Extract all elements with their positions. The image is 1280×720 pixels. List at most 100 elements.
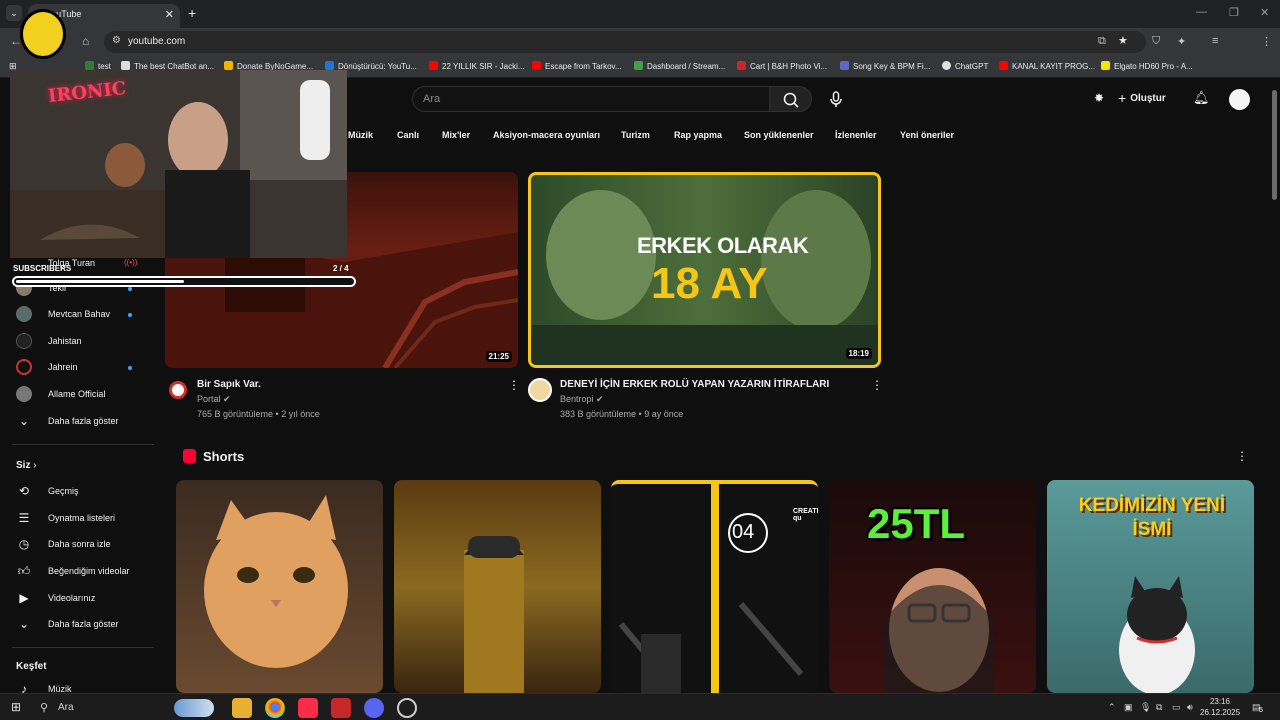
video-thumbnail[interactable]: ERKEK OLARAK 18 AY 18:19 <box>528 172 881 368</box>
search-box[interactable] <box>412 86 770 112</box>
notification-count: 5 <box>1259 707 1263 714</box>
obs-icon[interactable] <box>397 698 417 718</box>
sidebar-subscription-allame[interactable]: Allame Official <box>14 385 154 405</box>
subscribers-label: SUBSCRIBERS <box>13 264 72 273</box>
streamer-mascot-logo <box>20 9 66 59</box>
taskbar-clock[interactable]: 23:16 26.12.2025 <box>1200 696 1240 718</box>
browser-menu-icon[interactable]: ⋮ <box>1261 35 1272 48</box>
bookmark-item[interactable]: Elgato HD60 Pro - A... <box>1101 61 1193 71</box>
video-title[interactable]: DENEYİ İÇİN ERKEK ROLÜ YAPAN YAZARIN İTİ… <box>560 379 829 390</box>
short-card-kitten[interactable]: KEDİMİZİN YENİ İSMİ <box>1047 480 1254 693</box>
subscribers-count: 2 / 4 <box>333 264 349 273</box>
sidebar-item-label: Geçmiş <box>48 486 79 496</box>
windows-start-icon[interactable]: ⊞ <box>11 700 21 714</box>
sidebar-item-liked-videos[interactable]: 👍︎ Beğendiğim videolar <box>14 562 154 582</box>
chip-turizm[interactable]: Turizm <box>621 130 650 140</box>
sidebar-item-your-videos[interactable]: ▶ Videolarınız <box>14 589 154 609</box>
bookmark-item[interactable]: Cart | B&H Photo Vi... <box>737 61 827 71</box>
gemini-sparkle-icon[interactable]: ✸ <box>1094 91 1104 105</box>
sidebar-subscription-jahrein[interactable]: Jahrein <box>14 358 154 378</box>
sidebar-item-watch-later[interactable]: ◷ Daha sonra izle <box>14 535 154 555</box>
extensions-icon[interactable]: ✦ <box>1177 35 1186 48</box>
install-app-icon[interactable]: ⧉ <box>1098 35 1106 48</box>
search-input[interactable] <box>423 91 753 107</box>
playlists-icon: ☰ <box>18 511 30 525</box>
sidebar-subscription-mevtcan-bahav[interactable]: Mevtcan Bahav <box>14 305 154 325</box>
bookmark-item[interactable]: KANAL KAYIT PROG... <box>999 61 1095 71</box>
bookmark-favicon <box>85 61 94 70</box>
chip-yeni-oneriler[interactable]: Yeni öneriler <box>900 130 954 140</box>
video-channel[interactable]: Bentropi ✔ <box>560 394 604 405</box>
page-scrollbar-thumb[interactable] <box>1272 90 1277 200</box>
sidebar-item-playlists[interactable]: ☰ Oynatma listeleri <box>14 509 154 529</box>
short-card-25tl[interactable]: 25TL <box>829 480 1036 693</box>
search-button[interactable] <box>769 86 812 112</box>
account-avatar[interactable] <box>1229 89 1250 110</box>
short-card-bullet[interactable] <box>394 480 601 693</box>
file-explorer-icon[interactable] <box>232 698 252 718</box>
chip-izlenenler[interactable]: İzlenenler <box>835 130 877 140</box>
video-title[interactable]: Bir Sapık Var. <box>197 379 261 390</box>
tab-search-icon[interactable]: ⌄ <box>6 5 22 21</box>
subscription-name: Allame Official <box>48 389 106 399</box>
shorts-menu-icon[interactable]: ⋮ <box>1236 449 1248 463</box>
chip-canli[interactable]: Canlı <box>397 130 419 140</box>
bookmark-star-icon[interactable]: ★ <box>1118 34 1128 47</box>
chip-son-yuklenenler[interactable]: Son yüklenenler <box>744 130 814 140</box>
chip-rap-yapma[interactable]: Rap yapma <box>674 130 722 140</box>
channel-avatar-bentropi[interactable] <box>528 378 552 402</box>
shield-extension-icon[interactable]: ⛉ <box>1152 35 1160 48</box>
tray-overflow-icon[interactable]: ⌃ <box>1108 702 1116 713</box>
minimize-icon[interactable]: — <box>1196 6 1207 18</box>
network-icon[interactable]: ▭ <box>1172 702 1181 713</box>
bookmark-item[interactable]: 22 YILLIK SIR - Jacki... <box>429 61 525 71</box>
verified-icon: ✔ <box>596 394 604 404</box>
sidebar-item-history[interactable]: ⟲ Geçmiş <box>14 482 154 502</box>
music-app-icon[interactable] <box>298 698 318 718</box>
restore-icon[interactable]: ❐ <box>1229 6 1239 19</box>
thumbnail-text-2: 18 AY <box>651 259 768 308</box>
channel-avatar-portal[interactable] <box>169 381 187 399</box>
chrome-icon[interactable] <box>265 698 285 718</box>
media-control-icon[interactable]: ≡ <box>1212 35 1218 47</box>
site-info-icon[interactable]: ⚙ <box>112 35 121 46</box>
create-button[interactable]: + Oluştur <box>1118 90 1166 106</box>
discord-icon[interactable] <box>364 698 384 718</box>
tab-close-icon[interactable]: ✕ <box>165 8 174 21</box>
channel-avatar <box>16 386 32 402</box>
voice-search-button[interactable] <box>824 87 848 111</box>
home-icon[interactable]: ⌂ <box>82 34 89 48</box>
chip-muzik[interactable]: Müzik <box>348 130 373 140</box>
plus-icon: + <box>1118 90 1127 106</box>
taskbar-search[interactable]: ⚲ Ara <box>36 697 216 718</box>
video-duration: 18:19 <box>845 348 872 359</box>
bookmark-item[interactable]: Escape from Tarkov... <box>532 61 622 71</box>
chip-aksiyon-macera[interactable]: Aksiyon-macera oyunları <box>493 130 600 140</box>
microphones-image <box>618 602 804 693</box>
chevron-down-icon: ⌄ <box>18 617 30 631</box>
video-channel[interactable]: Portal ✔ <box>197 394 231 405</box>
bookmark-item[interactable]: ChatGPT <box>942 61 988 71</box>
bookmark-item[interactable]: Dashboard / Stream... <box>634 61 725 71</box>
you-section-title[interactable]: Siz › <box>16 460 37 471</box>
chip-mixler[interactable]: Mix'ler <box>442 130 470 140</box>
video-menu-icon[interactable]: ⋮ <box>508 378 520 392</box>
short-card-cat[interactable] <box>176 480 383 693</box>
close-window-icon[interactable]: ✕ <box>1260 6 1269 19</box>
voicemod-icon[interactable] <box>331 698 351 718</box>
short-card-podcast[interactable]: 04 CREATE qu <box>611 480 818 693</box>
sidebar-show-more-subscriptions[interactable]: ⌄ Daha fazla göster <box>14 412 154 432</box>
video-menu-icon[interactable]: ⋮ <box>871 378 883 392</box>
address-bar[interactable]: ⚙ youtube.com ⧉ ★ <box>104 31 1146 53</box>
bookmark-item[interactable]: Song Key & BPM Fi... <box>840 61 930 71</box>
microphone-tray-icon[interactable]: 🎙︎ <box>1140 702 1151 713</box>
tray-app-icon[interactable]: ▣ <box>1124 702 1133 713</box>
new-tab-icon[interactable]: + <box>188 5 196 21</box>
sidebar-subscription-jahistan[interactable]: Jahistan <box>14 332 154 352</box>
address-url: youtube.com <box>128 36 186 47</box>
tray-display-icon[interactable]: ⧉ <box>1156 702 1162 713</box>
sidebar-show-more-you[interactable]: ⌄ Daha fazla göster <box>14 615 154 635</box>
notifications-bell-icon[interactable]: 🔔︎ <box>1193 90 1210 106</box>
taskbar-search-label: Ara <box>58 702 74 713</box>
volume-icon[interactable]: 🔊︎ <box>1187 702 1193 713</box>
